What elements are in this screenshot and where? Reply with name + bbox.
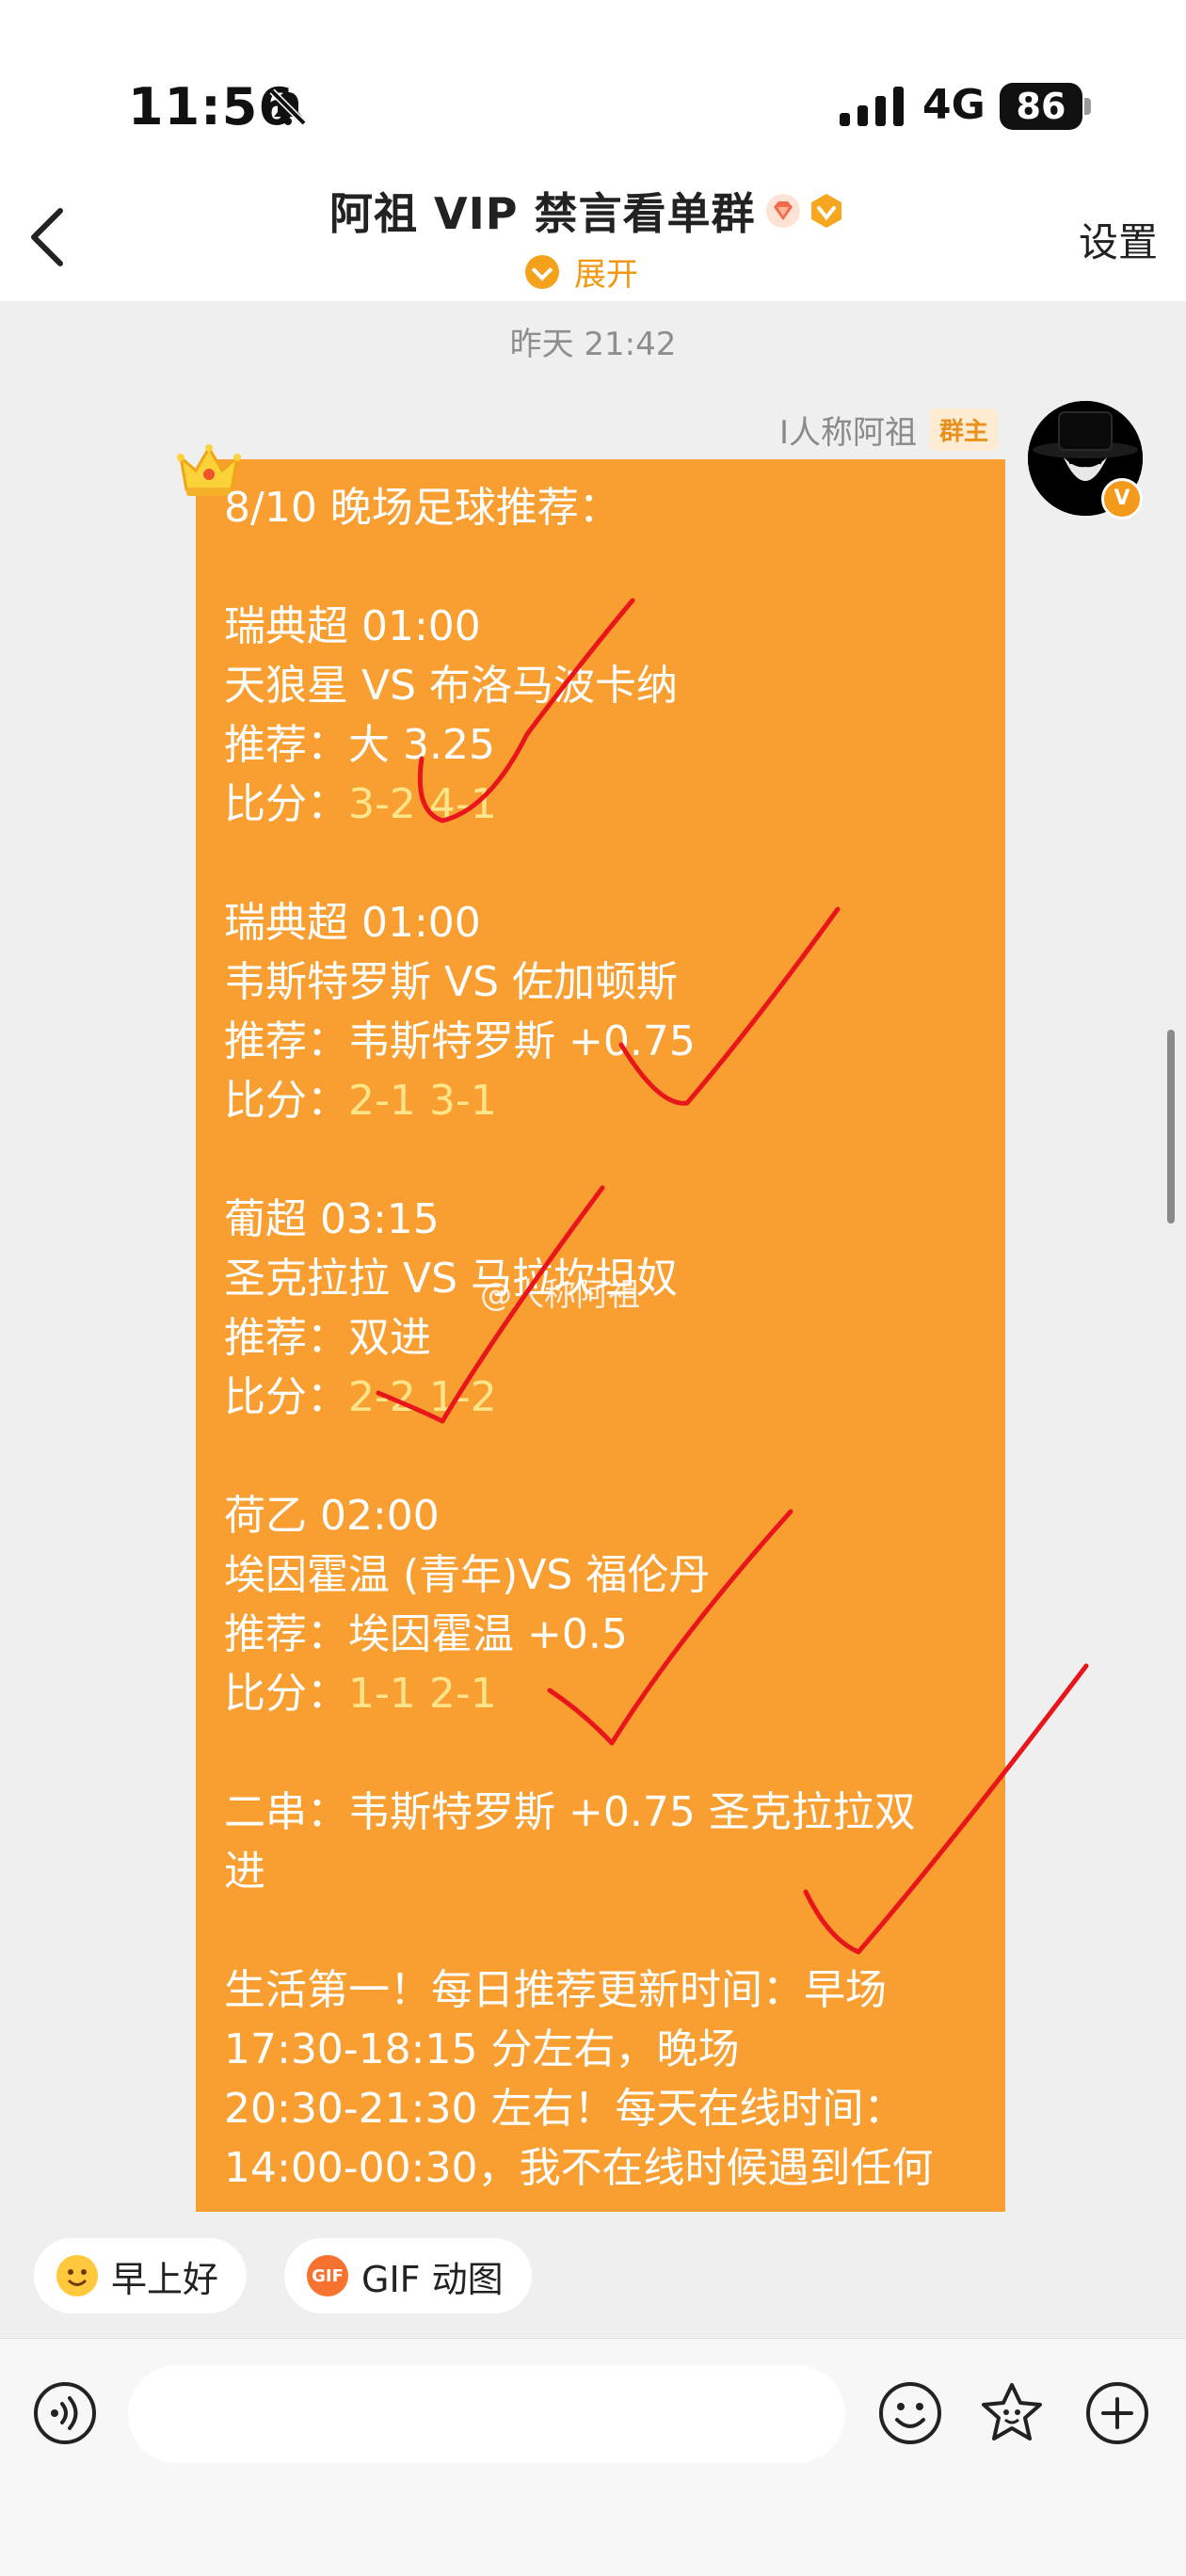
battery-icon: 86 [1000, 83, 1082, 130]
quick-reply-good-morning[interactable]: 早上好 [34, 2238, 248, 2313]
message-line: 推荐：韦斯特罗斯 +0.75 [224, 1017, 696, 1065]
score-value: 1-1 2-1 [348, 1670, 497, 1718]
network-type: 4G [922, 81, 986, 129]
message-line: 瑞典超 01:00 [224, 602, 481, 650]
group-title: 阿祖 VIP 禁言看单群 [329, 188, 756, 239]
message-line: 推荐：大 3.25 [224, 721, 495, 769]
battery-tip [1084, 98, 1091, 115]
quick-reply-row: 早上好 GIF GIF 动图 [0, 2231, 1186, 2338]
message-line: 葡超 03:15 [224, 1195, 440, 1243]
message-text: 8/10 晚场足球推荐： 瑞典超 01:00 天狼星 VS 布洛马波卡纳 推荐：大 3… [224, 478, 986, 2198]
message-line [224, 1723, 986, 1783]
watermark: @人称阿祖 [480, 1276, 640, 1314]
expand-label: 展开 [574, 256, 638, 294]
sticker-icon[interactable] [979, 2380, 1045, 2446]
settings-button[interactable]: 设置 [1079, 211, 1158, 268]
verified-v-badge-icon [811, 194, 842, 228]
status-bar: 11:56 4G 86 [0, 0, 1186, 169]
gif-icon: GIF [307, 2255, 348, 2296]
message-line: 推荐：双进 [224, 1314, 431, 1362]
verified-badge-icon: V [1101, 478, 1143, 520]
score-value: 3-2 4-1 [348, 780, 497, 828]
message-line: 进 [224, 1848, 265, 1896]
diamond-badge-icon [766, 194, 801, 228]
signal-icon [840, 87, 904, 126]
message-line: 17:30-18:15 分左右，晚场 [224, 2025, 740, 2073]
scrollbar[interactable] [1167, 1030, 1175, 1224]
message-line [224, 537, 986, 597]
message-line [224, 834, 986, 893]
message-line: 比分：2-1 3-1 [224, 1071, 986, 1130]
group-title-row[interactable]: 阿祖 VIP 禁言看单群 [329, 183, 845, 239]
chevron-down-icon [525, 254, 559, 289]
message-line: 比分：3-2 4-1 [224, 775, 986, 834]
message-line: 瑞典超 01:00 [224, 899, 481, 947]
emoji-icon[interactable] [877, 2380, 943, 2446]
message-line: 荷乙 02:00 [224, 1492, 440, 1540]
message-line: 天狼星 VS 布洛马波卡纳 [224, 662, 679, 710]
message-line: 8/10 晚场足球推荐： [224, 484, 620, 532]
quick-reply-label: 早上好 [111, 2258, 219, 2300]
smile-emoji-icon [56, 2255, 98, 2296]
chat-header: 阿祖 VIP 禁言看单群 展开 设置 [0, 169, 1186, 302]
message-line: 生活第一！每日推荐更新时间：早场 [224, 1966, 887, 2014]
plus-icon[interactable] [1084, 2380, 1150, 2446]
quick-reply-gif[interactable]: GIF GIF 动图 [284, 2238, 532, 2313]
sender-info: I人称阿祖 群主 [779, 407, 998, 453]
message-line: 比分：1-1 2-1 [224, 1664, 986, 1723]
owner-badge: 群主 [929, 408, 998, 451]
score-label: 比分： [224, 1670, 348, 1718]
message-line: 埃因霍温 (青年)VS 福伦丹 [224, 1551, 711, 1599]
score-value: 2-2 1-2 [348, 1373, 497, 1421]
message-line: 20:30-21:30 左右！每天在线时间： [224, 2085, 906, 2133]
input-bar [0, 2338, 1186, 2576]
bell-muted-icon [269, 88, 307, 126]
quick-reply-label: GIF 动图 [361, 2258, 504, 2300]
back-arrow-icon[interactable] [28, 207, 66, 267]
message-line: 比分：2-2 1-2 [224, 1368, 986, 1427]
message-line: 韦斯特罗斯 VS 佐加顿斯 [224, 958, 679, 1006]
message-timestamp: 昨天 21:42 [509, 326, 677, 363]
message-input[interactable] [128, 2365, 845, 2463]
message-line: 二串：韦斯特罗斯 +0.75 圣克拉拉双 [224, 1788, 916, 1836]
message-line: 推荐：埃因霍温 +0.5 [224, 1610, 628, 1658]
expand-toggle[interactable]: 展开 [525, 248, 638, 295]
sender-name: I人称阿祖 [778, 414, 917, 452]
message-line: 14:00-00:30，我不在线时候遇到任何 [224, 2144, 934, 2192]
score-value: 2-1 3-1 [348, 1077, 497, 1125]
voice-input-icon[interactable] [32, 2380, 98, 2446]
score-label: 比分： [224, 780, 348, 828]
message-line [224, 1427, 986, 1486]
message-line [224, 1130, 986, 1190]
score-label: 比分： [224, 1373, 348, 1421]
score-label: 比分： [224, 1077, 348, 1125]
message-line [224, 1901, 986, 1960]
